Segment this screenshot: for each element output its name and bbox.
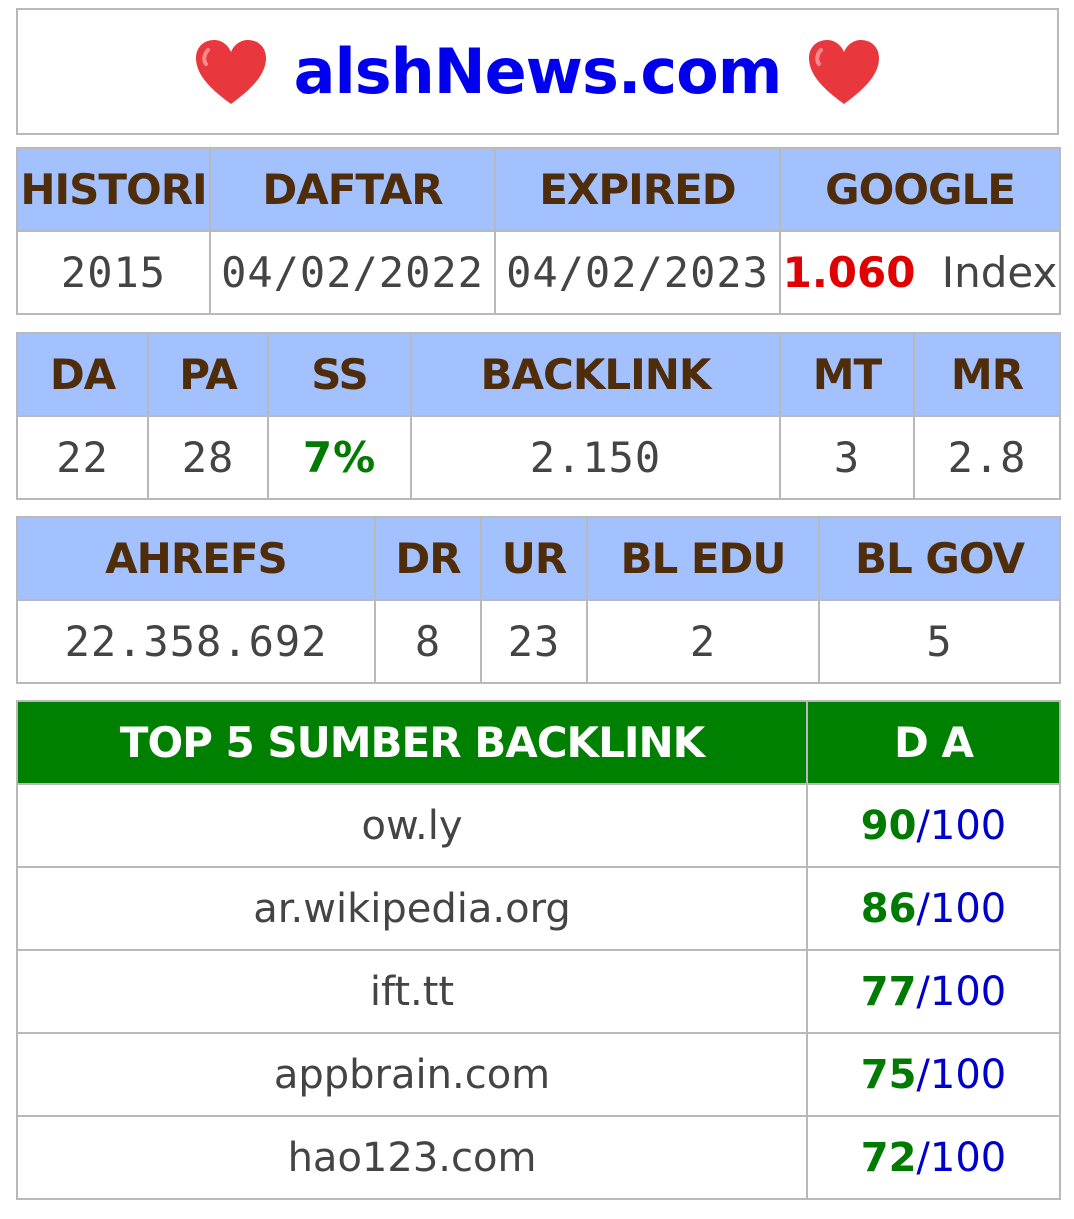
google-index-label: Index bbox=[941, 248, 1058, 297]
header-bl-gov: BL GOV bbox=[818, 516, 1061, 601]
header-google: GOOGLE bbox=[779, 147, 1061, 232]
backlink-value: 2.150 bbox=[410, 415, 781, 500]
table-row: 22.358.692 8 23 2 5 bbox=[16, 599, 1061, 684]
header-expired: EXPIRED bbox=[494, 147, 781, 232]
table-row: ift.tt 77/100 bbox=[16, 949, 1061, 1034]
bl-gov-value: 5 bbox=[818, 599, 1061, 684]
mr-value: 2.8 bbox=[913, 415, 1061, 500]
table-row: ar.wikipedia.org 86/100 bbox=[16, 866, 1061, 951]
header-bl-edu: BL EDU bbox=[586, 516, 820, 601]
ur-value: 23 bbox=[480, 599, 588, 684]
mt-value: 3 bbox=[779, 415, 915, 500]
dr-value: 8 bbox=[374, 599, 482, 684]
header-mt: MT bbox=[779, 332, 915, 417]
table-row: ow.ly 90/100 bbox=[16, 783, 1061, 868]
header-pa: PA bbox=[147, 332, 269, 417]
table-row: appbrain.com 75/100 bbox=[16, 1032, 1061, 1117]
ss-value: 7% bbox=[267, 415, 412, 500]
header-dr: DR bbox=[374, 516, 482, 601]
backlink-domain[interactable]: hao123.com bbox=[16, 1115, 808, 1200]
backlink-da-score: 77/100 bbox=[806, 949, 1061, 1034]
backlink-domain[interactable]: appbrain.com bbox=[16, 1032, 808, 1117]
header-backlink: BACKLINK bbox=[410, 332, 781, 417]
header-histori: HISTORI bbox=[16, 147, 211, 232]
backlink-da-score: 75/100 bbox=[806, 1032, 1061, 1117]
expired-value: 04/02/2023 bbox=[494, 230, 781, 315]
backlink-domain[interactable]: ow.ly bbox=[16, 783, 808, 868]
pa-value: 28 bbox=[147, 415, 269, 500]
header-top-sources: TOP 5 SUMBER BACKLINK bbox=[16, 700, 808, 785]
daftar-value: 04/02/2022 bbox=[209, 230, 496, 315]
google-index-cell: 1.060 Index bbox=[779, 230, 1061, 315]
site-title-box: alshNews.com bbox=[16, 8, 1059, 135]
bl-edu-value: 2 bbox=[586, 599, 820, 684]
ahrefs-value: 22.358.692 bbox=[16, 599, 376, 684]
da-value: 22 bbox=[16, 415, 149, 500]
header-ss: SS bbox=[267, 332, 412, 417]
heart-icon bbox=[809, 39, 880, 104]
header-mr: MR bbox=[913, 332, 1061, 417]
header-ahrefs: AHREFS bbox=[16, 516, 376, 601]
backlink-domain[interactable]: ift.tt bbox=[16, 949, 808, 1034]
moz-metrics-table: DA PA SS BACKLINK MT MR 22 28 7% 2.150 3… bbox=[16, 332, 1061, 500]
header-daftar: DAFTAR bbox=[209, 147, 496, 232]
table-row: hao123.com 72/100 bbox=[16, 1115, 1061, 1200]
ahrefs-metrics-table: AHREFS DR UR BL EDU BL GOV 22.358.692 8 … bbox=[16, 516, 1061, 684]
top-backlinks-table: TOP 5 SUMBER BACKLINK D A ow.ly 90/100 a… bbox=[16, 700, 1061, 1200]
google-index-count: 1.060 bbox=[782, 248, 916, 297]
backlink-da-score: 72/100 bbox=[806, 1115, 1061, 1200]
site-title: alshNews.com bbox=[293, 35, 783, 108]
table-row: 22 28 7% 2.150 3 2.8 bbox=[16, 415, 1061, 500]
header-domain-authority: D A bbox=[806, 700, 1061, 785]
header-ur: UR bbox=[480, 516, 588, 601]
spam-score-value: 7% bbox=[302, 433, 377, 482]
table-header-row: DA PA SS BACKLINK MT MR bbox=[16, 332, 1061, 417]
backlink-da-score: 90/100 bbox=[806, 783, 1061, 868]
registration-table: HISTORI DAFTAR EXPIRED GOOGLE 2015 04/02… bbox=[16, 147, 1061, 315]
histori-value: 2015 bbox=[16, 230, 211, 315]
backlink-da-score: 86/100 bbox=[806, 866, 1061, 951]
backlink-domain[interactable]: ar.wikipedia.org bbox=[16, 866, 808, 951]
heart-icon bbox=[195, 39, 266, 104]
table-header-row: TOP 5 SUMBER BACKLINK D A bbox=[16, 700, 1061, 785]
table-header-row: AHREFS DR UR BL EDU BL GOV bbox=[16, 516, 1061, 601]
table-header-row: HISTORI DAFTAR EXPIRED GOOGLE bbox=[16, 147, 1061, 232]
header-da: DA bbox=[16, 332, 149, 417]
table-row: 2015 04/02/2022 04/02/2023 1.060 Index bbox=[16, 230, 1061, 315]
